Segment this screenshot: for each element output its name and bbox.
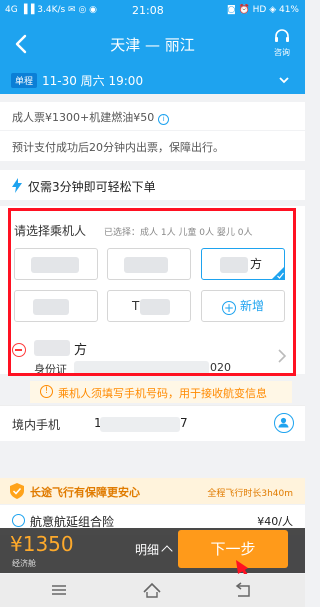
insurance-banner: 长途飞行有保障更安心 全程飞行时长3h40m — [0, 478, 305, 504]
total-price: ¥1350 — [10, 532, 74, 556]
insurance-price: ¥40/人 — [257, 515, 293, 528]
price-detail-button[interactable]: 明细 — [135, 541, 173, 558]
insurance-title: 长途飞行有保障更安心 — [30, 486, 140, 499]
promo-row: 仅需3分钟即可轻松下单 — [0, 170, 305, 200]
warning-text: 乘机人须填写手机号码，用于接收航变信息 — [58, 387, 267, 400]
status-bar: 4G ▐▐ 3.4K/s ✉ ◎ ◉ 21:08 ◙ ⏰ HD ◈ 41% — [0, 0, 305, 22]
info-icon[interactable]: i — [158, 114, 170, 125]
lightning-icon — [12, 178, 22, 193]
phone-required-warning: ! 乘机人须填写手机号码，用于接收航变信息 — [30, 381, 292, 403]
shield-icon — [10, 483, 24, 499]
status-left: 4G ▐▐ 3.4K/s ✉ ◎ ◉ — [5, 5, 98, 15]
headset-icon — [275, 29, 289, 42]
warning-icon: ! — [40, 385, 53, 398]
highlight-annotation — [8, 208, 296, 376]
phone-label: 境内手机 — [12, 418, 61, 432]
back-system-icon[interactable] — [232, 580, 254, 600]
menu-icon[interactable] — [48, 580, 70, 600]
status-right: ◙ ⏰ HD ◈ 41% — [226, 5, 299, 15]
radio-icon[interactable] — [12, 514, 25, 527]
home-icon[interactable] — [141, 580, 163, 600]
promo-text: 仅需3分钟即可轻松下单 — [28, 180, 156, 194]
cabin-class: 经济舱 — [12, 559, 36, 568]
trip-type-badge: 单程 — [11, 73, 38, 88]
page-title: 天津 — 丽江 — [110, 36, 195, 54]
service-button[interactable]: 咨询 — [269, 28, 295, 62]
ticket-notice: 预计支付成功后20分钟内出票，保障出行。 — [0, 131, 305, 161]
redacted-phone — [100, 417, 180, 432]
app-root: 4G ▐▐ 3.4K/s ✉ ◎ ◉ 21:08 ◙ ⏰ HD ◈ 41% 天津… — [0, 0, 305, 607]
phone-suffix: 7 — [180, 416, 188, 430]
service-label: 咨询 — [274, 48, 290, 57]
contact-book-icon[interactable] — [274, 413, 294, 433]
trip-info: 11-30 周六 19:00 — [42, 74, 144, 88]
system-nav-bar — [0, 574, 305, 607]
chevron-up-icon — [161, 545, 173, 557]
flight-duration: 全程飞行时长3h40m — [207, 489, 293, 499]
status-time: 21:08 — [132, 4, 164, 17]
ticket-notice-text: 预计支付成功后20分钟内出票，保障出行。 — [12, 141, 224, 154]
nav-header: 天津 — 丽江 咨询 — [0, 22, 305, 68]
trip-bar[interactable]: 单程 11-30 周六 19:00 — [0, 68, 305, 94]
price-row: 成人票¥1300+机建燃油¥50 i — [0, 102, 305, 130]
phone-row[interactable]: 境内手机 1 7 — [0, 405, 305, 441]
chevron-down-icon — [279, 77, 289, 84]
price-text: 成人票¥1300+机建燃油¥50 — [12, 111, 155, 124]
